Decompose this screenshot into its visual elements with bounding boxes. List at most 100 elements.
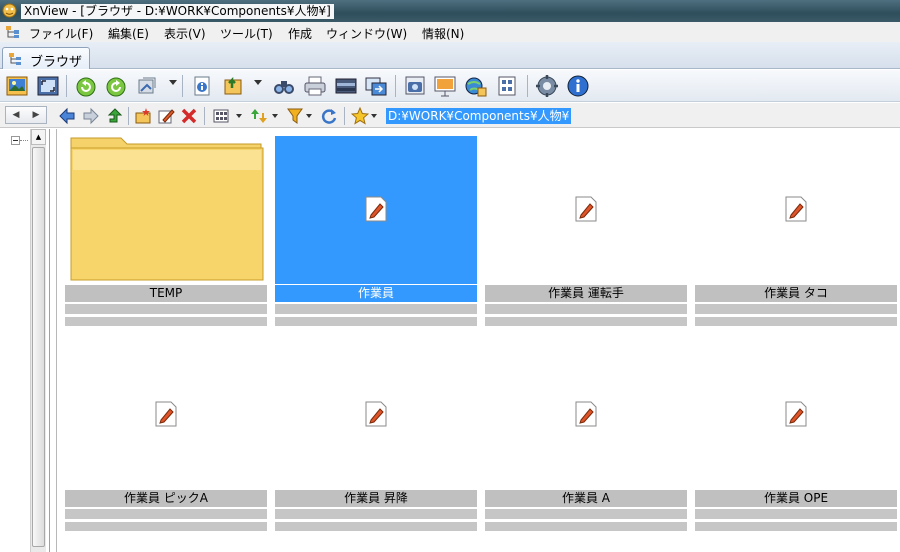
thumbnail-info-line xyxy=(275,317,477,326)
export-icon[interactable] xyxy=(222,74,246,98)
thumbnail-label: 作業員 昇降 xyxy=(275,490,477,507)
favorites-star-icon[interactable] xyxy=(351,107,369,125)
thumbnail-info-line xyxy=(485,304,687,314)
window-title: XnView - [ブラウザ - D:¥WORK¥Components¥人物¥] xyxy=(21,4,334,19)
menu-view[interactable]: 表示(V) xyxy=(164,25,206,42)
thumbnail-info-line xyxy=(485,522,687,531)
thumbnail-info-line xyxy=(695,509,897,519)
document-file-icon xyxy=(785,196,807,222)
document-file-icon xyxy=(785,401,807,427)
thumbnail-label: 作業員 タコ xyxy=(695,285,897,302)
thumbnail-info-line xyxy=(65,304,267,314)
menu-file[interactable]: ファイル(F) xyxy=(29,25,93,42)
folder-tree-panel: ▲ xyxy=(0,129,50,552)
thumbnail-item[interactable]: 作業員 運転手 xyxy=(485,129,687,326)
thumbnail-info-line xyxy=(275,304,477,314)
refresh-icon[interactable] xyxy=(320,107,338,125)
document-file-icon xyxy=(155,401,177,427)
thumbnail-image xyxy=(485,136,687,284)
thumbnail-label: 作業員 ピックA xyxy=(65,490,267,507)
menu-create[interactable]: 作成 xyxy=(288,25,312,42)
thumbnail-label: 作業員 xyxy=(275,285,477,302)
thumbnail-info-line xyxy=(65,522,267,531)
tab-browser[interactable]: ブラウザ xyxy=(2,47,90,70)
capture-camera-icon[interactable] xyxy=(403,74,427,98)
back-arrow-icon[interactable] xyxy=(58,107,76,125)
rotate-left-icon[interactable] xyxy=(74,74,98,98)
thumbnail-info-line xyxy=(65,509,267,519)
thumbnail-label: 作業員 A xyxy=(485,490,687,507)
tree-connector xyxy=(20,140,28,141)
main-toolbar xyxy=(0,70,900,102)
thumbnail-info-line xyxy=(65,317,267,326)
path-field[interactable]: D:¥WORK¥Components¥人物¥ xyxy=(386,108,572,124)
settings-gear-icon[interactable] xyxy=(535,74,559,98)
scanner-icon[interactable] xyxy=(334,74,358,98)
thumbnail-info-line xyxy=(695,522,897,531)
delete-icon[interactable] xyxy=(180,107,198,125)
thumbnail-item[interactable]: TEMP xyxy=(65,129,267,326)
document-file-icon xyxy=(365,196,387,222)
menu-info[interactable]: 情報(N) xyxy=(422,25,464,42)
thumbnail-info-line xyxy=(275,522,477,531)
menu-tools[interactable]: ツール(T) xyxy=(220,25,273,42)
document-file-icon xyxy=(575,401,597,427)
thumbnail-info-line xyxy=(695,317,897,326)
rotate-right-icon[interactable] xyxy=(104,74,128,98)
title-bar: XnView - [ブラウザ - D:¥WORK¥Components¥人物¥] xyxy=(0,0,900,22)
thumbnail-item[interactable]: 作業員 OPE xyxy=(695,334,897,531)
thumbnail-item[interactable]: 作業員 タコ xyxy=(695,129,897,326)
parent-folder-icon[interactable] xyxy=(106,107,124,125)
thumbnail-item[interactable]: 作業員 A xyxy=(485,334,687,531)
thumbnail-item[interactable]: 作業員 xyxy=(275,129,477,326)
open-image-icon[interactable] xyxy=(5,74,29,98)
tree-scroll-thumb[interactable] xyxy=(32,147,45,547)
new-folder-icon[interactable] xyxy=(134,107,152,125)
thumbnail-image xyxy=(275,341,477,489)
scroll-up-icon[interactable]: ▲ xyxy=(31,129,46,145)
slideshow-icon[interactable] xyxy=(433,74,457,98)
tree-scrollbar[interactable]: ▲ xyxy=(30,129,46,552)
forward-arrow-icon[interactable] xyxy=(82,107,100,125)
print-icon[interactable] xyxy=(303,74,327,98)
thumbnail-image xyxy=(695,136,897,284)
convert-icon[interactable] xyxy=(364,74,388,98)
browser-tree-icon[interactable] xyxy=(5,25,21,39)
filter-icon[interactable] xyxy=(286,107,304,125)
document-file-icon xyxy=(575,196,597,222)
thumbnail-info-line xyxy=(275,509,477,519)
thumbnail-label: TEMP xyxy=(65,285,267,302)
fullscreen-icon[interactable] xyxy=(36,74,60,98)
menu-edit[interactable]: 編集(E) xyxy=(108,25,149,42)
thumbnail-image xyxy=(485,341,687,489)
info-icon[interactable] xyxy=(566,74,590,98)
xnview-app-icon[interactable] xyxy=(2,3,17,18)
browser-tab-icon xyxy=(9,53,21,65)
scroll-left-icon[interactable]: ◀ xyxy=(6,108,26,122)
menu-window[interactable]: ウィンドウ(W) xyxy=(326,25,407,42)
document-file-icon xyxy=(365,401,387,427)
contact-sheet-icon[interactable] xyxy=(495,74,519,98)
thumbnail-image xyxy=(65,136,267,284)
thumbnail-image xyxy=(695,341,897,489)
thumbnail-item[interactable]: 作業員 ピックA xyxy=(65,334,267,531)
thumbnail-view: TEMP 作業員 作業員 運転手 作業員 タコ 作業員 ピックA 作業員 昇降 … xyxy=(56,129,900,552)
transform-icon[interactable] xyxy=(135,74,159,98)
tab-bar: ブラウザ xyxy=(0,42,900,70)
view-mode-icon[interactable] xyxy=(212,107,230,125)
address-toolbar: ◀ ▶ D:¥WORK¥Components¥人物¥ xyxy=(0,103,900,128)
thumbnail-label: 作業員 OPE xyxy=(695,490,897,507)
tree-collapse-toggle[interactable] xyxy=(11,136,20,145)
tab-browser-label: ブラウザ xyxy=(30,55,83,70)
properties-icon[interactable] xyxy=(190,74,214,98)
web-export-icon[interactable] xyxy=(464,74,488,98)
binoculars-search-icon[interactable] xyxy=(272,74,296,98)
menu-bar: ファイル(F) 編集(E) 表示(V) ツール(T) 作成 ウィンドウ(W) 情… xyxy=(0,22,900,42)
rename-icon[interactable] xyxy=(157,107,175,125)
scroll-right-icon[interactable]: ▶ xyxy=(26,108,46,122)
thumbnail-info-line xyxy=(485,509,687,519)
sort-icon[interactable] xyxy=(250,107,268,125)
thumbnail-label: 作業員 運転手 xyxy=(485,285,687,302)
thumbnail-info-line xyxy=(695,304,897,314)
thumbnail-item[interactable]: 作業員 昇降 xyxy=(275,334,477,531)
